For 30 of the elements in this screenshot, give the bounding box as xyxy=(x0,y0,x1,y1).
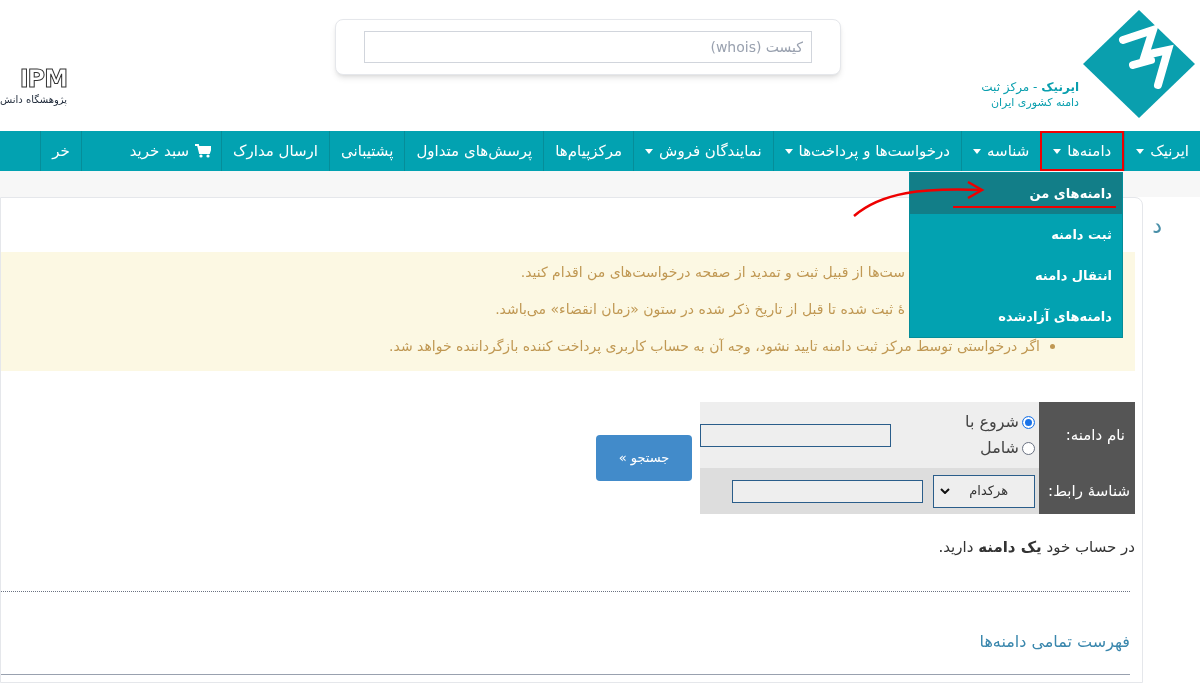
contact-id-field[interactable] xyxy=(732,479,923,503)
domain-name-field[interactable] xyxy=(700,423,891,447)
page-heading: د xyxy=(1152,211,1162,240)
notice-text: ست‌ها از قبیل ثبت و تمدید از صفحه درخواست‌های من اقدام کنید. xyxy=(520,263,905,283)
summary-text: در حساب خود یک دامنه دارید. xyxy=(937,537,1135,558)
form-label: شناسۀ رابط: xyxy=(1039,468,1135,514)
radio-icon[interactable] xyxy=(1022,441,1035,455)
dropdown-item[interactable]: ثبت دامنه xyxy=(910,214,1122,255)
whois-field[interactable]: کیست (whois) xyxy=(364,31,812,63)
radio-icon[interactable] xyxy=(1022,415,1035,429)
dropdown-item[interactable]: دامنه‌های من xyxy=(910,173,1122,214)
radio-option[interactable]: شامل xyxy=(899,436,1035,460)
partner-logo: IPM xyxy=(19,66,68,92)
form-label: نام دامنه: xyxy=(1039,402,1135,468)
contact-select[interactable]: هرکدام xyxy=(933,474,1035,508)
brand-name: ایرنیک - مرکز ثبت xyxy=(981,80,1079,95)
partner-name: پژوهشگاه دانش‌ xyxy=(0,93,68,107)
logo-icon xyxy=(1083,10,1195,118)
cart-icon xyxy=(195,144,212,158)
notice-text: ۀ ثبت شده تا قبل از تاریخ ذکر شده در ستون «زمان انقضاء» می‌باشد. xyxy=(495,300,905,320)
dropdown-item[interactable]: دامنه‌های آزادشده xyxy=(910,296,1122,337)
radio-option[interactable]: شروع با xyxy=(899,410,1035,434)
chevron-icon xyxy=(940,488,950,494)
domain-list-link[interactable]: فهرست تمامی دامنه‌ها xyxy=(979,631,1130,651)
bullet-icon xyxy=(1050,343,1055,349)
notice-text: اگر درخواستی توسط مرکز ثبت دامنه تایید نشود، وجه آن به حساب کاربری پرداخت کننده بازگرداننده خواهد شد. xyxy=(389,336,1040,357)
nav-item[interactable]: دامنه‌ها xyxy=(1040,131,1125,171)
dropdown-item[interactable]: انتقال دامنه xyxy=(910,255,1122,296)
brand-subtitle: دامنه کشوری ایران xyxy=(989,95,1079,110)
search-button[interactable]: جستجو » xyxy=(596,435,692,481)
